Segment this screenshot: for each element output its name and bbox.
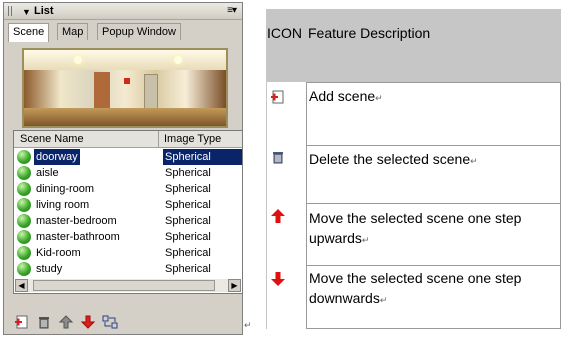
scene-row[interactable]: dining-room Spherical — [14, 181, 242, 197]
scroll-right-icon[interactable]: ▶ — [228, 279, 241, 292]
scene-preview-image — [22, 48, 228, 128]
feature-table-header: ICON Feature Description — [266, 9, 561, 82]
tab-scene[interactable]: Scene — [8, 23, 50, 42]
panel-titlebar[interactable]: ▼ List ≡▾ — [4, 3, 242, 20]
scene-image-type: Spherical — [165, 183, 211, 195]
scene-row[interactable]: aisle Spherical — [14, 165, 242, 181]
scene-image-type: Spherical — [163, 149, 242, 165]
scene-name: dining-room — [36, 183, 95, 195]
scene-status-icon — [17, 262, 31, 276]
header-feature-label: Feature Description — [308, 25, 431, 41]
paragraph-mark: ↵ — [244, 320, 252, 330]
red-down-arrow-icon — [271, 272, 285, 286]
column-header-scene-name[interactable]: Scene Name — [17, 131, 159, 147]
column-header-image-type[interactable]: Image Type — [164, 131, 221, 147]
move-down-icon[interactable] — [80, 314, 96, 330]
scene-list[interactable]: Scene Name Image Type doorway Spherical … — [13, 130, 243, 294]
drag-grip-icon[interactable] — [8, 6, 14, 16]
scene-name: living room — [36, 199, 90, 211]
tab-popup-window[interactable]: Popup Window — [97, 23, 181, 40]
scene-image-type: Spherical — [165, 215, 211, 227]
move-up-icon[interactable] — [58, 314, 74, 330]
horizontal-scrollbar[interactable]: ◀ ▶ — [15, 279, 241, 292]
scene-status-icon — [17, 198, 31, 212]
scene-name: master-bedroom — [36, 215, 117, 227]
scene-status-icon — [17, 182, 31, 196]
scrollbar-thumb[interactable] — [33, 280, 215, 291]
scene-row[interactable]: master-bedroom Spherical — [14, 213, 242, 229]
scene-status-icon — [17, 246, 31, 260]
scene-row[interactable]: living room Spherical — [14, 197, 242, 213]
feature-description: Add scene↵ — [309, 88, 383, 104]
scene-list-header: Scene Name Image Type — [14, 131, 242, 148]
feature-description: Delete the selected scene↵ — [309, 151, 478, 167]
add-scene-icon — [271, 90, 284, 104]
delete-scene-icon[interactable] — [36, 314, 52, 330]
scene-name: study — [36, 263, 63, 275]
scene-image-type: Spherical — [165, 167, 211, 179]
scene-row[interactable]: study Spherical — [14, 261, 242, 277]
panel-tabs: Scene Map Popup Window — [8, 23, 240, 42]
list-panel: ▼ List ≡▾ Scene Map Popup Window Scene N… — [3, 2, 243, 335]
scene-name: master-bathroom — [36, 231, 120, 243]
scene-image-type: Spherical — [165, 231, 211, 243]
add-scene-icon[interactable] — [14, 314, 30, 330]
panel-title: List — [34, 5, 54, 17]
scene-name: aisle — [36, 167, 59, 179]
red-up-arrow-icon — [271, 209, 285, 223]
scene-image-type: Spherical — [165, 199, 211, 211]
feature-table: ICON Feature Description Add scene↵ Dele… — [266, 9, 561, 329]
scene-status-icon — [17, 166, 31, 180]
scene-name: doorway — [34, 149, 80, 165]
scene-row[interactable]: doorway Spherical — [14, 149, 242, 165]
tab-map[interactable]: Map — [57, 23, 89, 40]
panel-menu-icon[interactable]: ≡▾ — [227, 3, 237, 19]
swap-icon[interactable] — [102, 314, 118, 330]
feature-description: Move the selected scene one step downwar… — [309, 270, 522, 306]
scene-status-icon — [17, 214, 31, 228]
scene-row[interactable]: Kid-room Spherical — [14, 245, 242, 261]
scene-status-icon — [17, 150, 31, 164]
scene-toolbar — [14, 314, 144, 332]
scene-status-icon — [17, 230, 31, 244]
scene-image-type: Spherical — [165, 247, 211, 259]
scene-row[interactable]: master-bathroom Spherical — [14, 229, 242, 245]
scene-image-type: Spherical — [165, 263, 211, 275]
header-icon-label: ICON — [267, 25, 302, 41]
collapse-triangle-icon[interactable]: ▼ — [22, 4, 31, 20]
scroll-left-icon[interactable]: ◀ — [15, 279, 28, 292]
trash-icon — [273, 152, 283, 164]
feature-description: Move the selected scene one step upwards… — [309, 210, 522, 246]
scene-name: Kid-room — [36, 247, 81, 259]
